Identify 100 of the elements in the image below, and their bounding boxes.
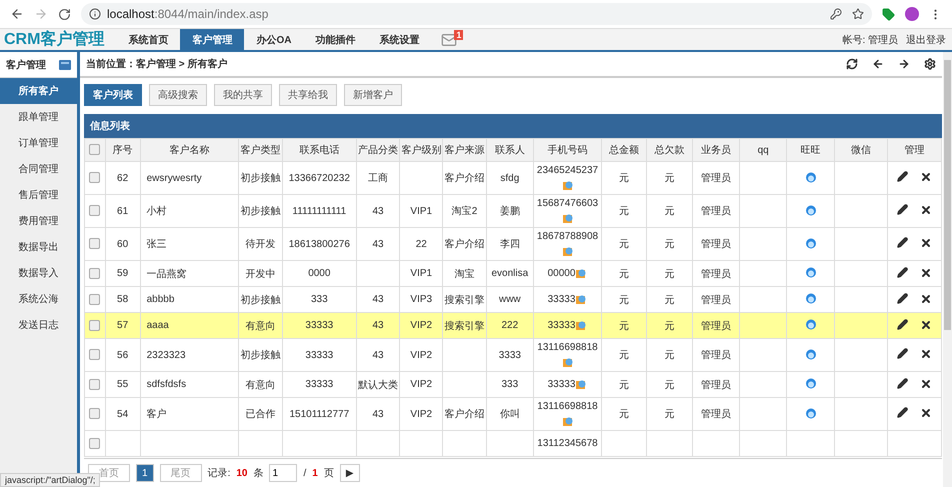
scrollbar[interactable] — [943, 52, 952, 487]
go-button[interactable]: ▶ — [340, 464, 360, 482]
chat-icon[interactable] — [804, 170, 817, 182]
table-row[interactable]: 57 aaaa 有意向 33333 43 VIP2 搜索引擎 222 33333 元 元 管理员 — [84, 312, 942, 338]
edit-icon[interactable] — [897, 237, 908, 248]
sidebar-item[interactable]: 发送日志 — [0, 312, 77, 338]
delete-icon[interactable] — [920, 171, 932, 183]
row-checkbox[interactable] — [89, 294, 100, 305]
delete-icon[interactable] — [920, 292, 932, 304]
sidebar-item[interactable]: 数据导出 — [0, 234, 77, 260]
table-row[interactable]: 54 客户 已合作 15101112777 43 VIP2 客户介绍 你叫 13116698818 元 元 管理员 — [84, 398, 942, 430]
nav-tab[interactable]: 系统首页 — [116, 29, 180, 50]
delete-icon[interactable] — [920, 348, 932, 360]
table-row[interactable]: 62 ewsrywesrty 初步接触 13366720232 工商 客户介绍 sfdg 23465245237 元 元 管理员 — [84, 162, 942, 194]
row-checkbox[interactable] — [89, 378, 100, 390]
table-row[interactable]: 59 一品燕窝 开发中 0000 VIP1 淘宝 evonlisa 00000 元 元 管理员 — [84, 260, 942, 286]
select-all-checkbox[interactable] — [89, 144, 100, 156]
tag-icon[interactable] — [882, 8, 895, 20]
table-cell: 客户介绍 — [444, 239, 485, 250]
phone-icon[interactable] — [575, 320, 588, 331]
action-button[interactable]: 我的共享 — [214, 84, 272, 106]
phone-icon[interactable] — [575, 268, 588, 279]
delete-icon[interactable] — [920, 378, 932, 390]
phone-icon[interactable] — [562, 416, 574, 427]
edit-icon[interactable] — [897, 378, 908, 388]
sidebar-item[interactable]: 系统公海 — [0, 286, 77, 312]
nav-tab[interactable]: 功能插件 — [303, 29, 368, 50]
sidebar-item[interactable]: 所有客户 — [0, 78, 77, 104]
back-icon[interactable] — [872, 58, 884, 70]
settings-icon[interactable] — [924, 58, 936, 70]
table-cell: 元 — [664, 380, 674, 390]
row-checkbox[interactable] — [89, 408, 100, 420]
page-button[interactable]: 1 — [136, 464, 154, 482]
row-checkbox[interactable] — [89, 320, 100, 331]
action-button[interactable]: 新增客户 — [344, 84, 402, 106]
logout-link[interactable]: 退出登录 — [906, 32, 946, 46]
table-row[interactable]: 13112345678 — [84, 430, 942, 456]
sidebar-item[interactable]: 费用管理 — [0, 208, 77, 234]
nav-tab[interactable]: 系统设置 — [367, 29, 432, 50]
back-icon[interactable] — [10, 7, 24, 21]
chat-icon[interactable] — [804, 377, 817, 389]
sidebar-item[interactable]: 合同管理 — [0, 156, 77, 182]
panel-icon[interactable] — [59, 60, 71, 70]
delete-icon[interactable] — [920, 204, 932, 216]
phone-icon[interactable] — [562, 180, 574, 191]
refresh-icon[interactable] — [846, 58, 858, 70]
table-row[interactable]: 61 小村 初步接触 11111111111 43 VIP1 淘宝2 姜鹏 15687476603 元 元 管理员 — [84, 194, 942, 228]
edit-icon[interactable] — [897, 318, 908, 330]
table-cell: VIP2 — [410, 408, 432, 420]
nav-tab[interactable]: 客户管理 — [180, 29, 244, 50]
delete-icon[interactable] — [920, 266, 932, 278]
row-checkbox[interactable] — [89, 438, 100, 449]
row-checkbox[interactable] — [89, 268, 100, 279]
table-row[interactable]: 60 张三 待开发 18613800276 43 22 客户介绍 李四 18678788908 元 元 管理员 — [84, 228, 942, 260]
chat-icon[interactable] — [804, 204, 817, 216]
table-row[interactable]: 55 sdfsfdsfs 有意向 33333 默认大类 VIP2 333 33333 元 元 管理员 — [84, 372, 942, 398]
chat-icon[interactable] — [804, 406, 817, 418]
delete-icon[interactable] — [920, 407, 932, 419]
edit-icon[interactable] — [897, 204, 908, 215]
delete-icon[interactable] — [920, 318, 932, 330]
phone-icon[interactable] — [575, 294, 588, 305]
chat-icon[interactable] — [804, 236, 817, 248]
row-checkbox[interactable] — [89, 172, 100, 184]
address-bar[interactable]: localhost:8044/main/index.asp — [81, 3, 872, 25]
action-button[interactable]: 共享给我 — [279, 84, 337, 106]
table-row[interactable]: 58 abbbb 初步接触 333 43 VIP3 搜索引擎 www 33333 元 元 管理员 — [84, 286, 942, 312]
edit-icon[interactable] — [897, 171, 908, 182]
phone-icon[interactable] — [562, 246, 574, 257]
forward-icon[interactable] — [898, 58, 910, 70]
key-icon[interactable] — [830, 8, 842, 20]
chat-icon[interactable] — [804, 318, 817, 330]
edit-icon[interactable] — [897, 266, 908, 278]
row-checkbox[interactable] — [89, 349, 100, 360]
phone-icon[interactable] — [562, 212, 574, 224]
row-checkbox[interactable] — [89, 205, 100, 216]
page-unit: 页 — [324, 467, 334, 480]
row-checkbox[interactable] — [89, 238, 100, 250]
sidebar-item[interactable]: 跟单管理 — [0, 104, 77, 130]
action-button[interactable]: 高级搜索 — [149, 84, 207, 106]
sidebar-item[interactable]: 订单管理 — [0, 130, 77, 156]
nav-tab[interactable]: 办公OA — [244, 29, 304, 50]
action-button[interactable]: 客户列表 — [84, 84, 142, 106]
edit-icon[interactable] — [897, 407, 908, 418]
star-icon[interactable] — [852, 8, 864, 20]
page-input[interactable]: 1 — [269, 464, 298, 482]
sidebar-item[interactable]: 售后管理 — [0, 182, 77, 208]
table-cell: 18678788908 — [536, 231, 598, 242]
delete-icon[interactable] — [920, 237, 932, 249]
chat-icon[interactable] — [804, 266, 817, 278]
chat-icon[interactable] — [804, 348, 817, 360]
phone-icon[interactable] — [562, 356, 574, 368]
sidebar-item[interactable]: 数据导入 — [0, 260, 77, 286]
phone-icon[interactable] — [575, 378, 588, 390]
edit-icon[interactable] — [897, 348, 908, 359]
reload-icon[interactable] — [58, 8, 71, 20]
chat-icon[interactable] — [804, 292, 817, 304]
mail-icon[interactable] — [441, 32, 458, 48]
edit-icon[interactable] — [897, 292, 908, 304]
avatar[interactable] — [905, 7, 919, 21]
table-row[interactable]: 56 2323323 初步接触 33333 43 VIP2 3333 13116698818 元 元 管理员 — [84, 338, 942, 372]
